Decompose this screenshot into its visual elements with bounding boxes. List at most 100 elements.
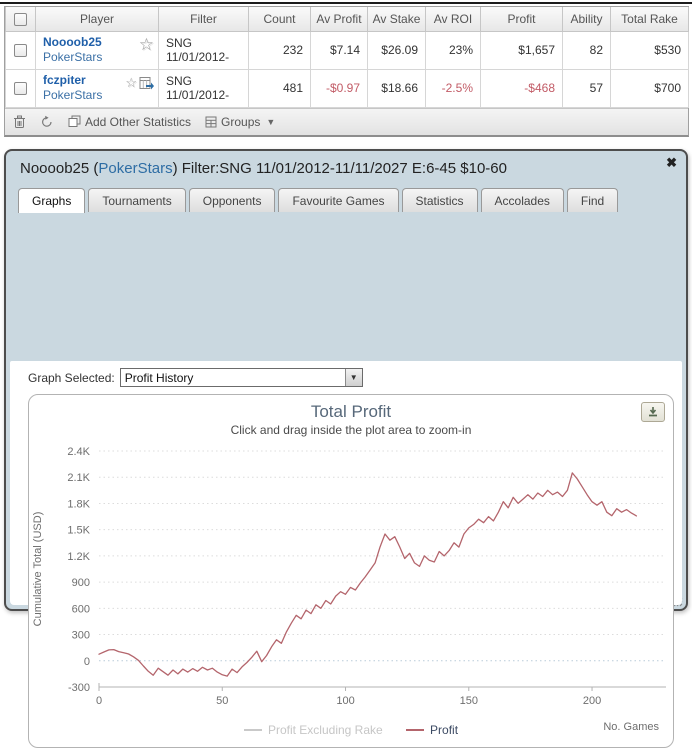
tab-accolades[interactable]: Accolades [480,188,564,212]
table-export-icon[interactable] [139,76,154,91]
select-all-cell [5,7,36,32]
select-all-checkbox[interactable] [14,12,27,26]
legend-swatch [243,729,262,731]
tab-statistics[interactable]: Statistics [401,188,478,212]
tab-opponents[interactable]: Opponents [188,188,276,212]
count-cell: 232 [248,30,311,70]
download-icon [649,407,657,417]
svg-text:0: 0 [96,695,102,707]
grid-toolbar: Add Other Statistics Groups ▼ [5,107,688,135]
results-grid: Player Filter Count Av Profit Av Stake A… [4,6,689,137]
tab-favourite-games[interactable]: Favourite Games [278,188,399,212]
add-other-statistics-button[interactable]: Add Other Statistics [68,115,191,129]
window-top-border [0,2,692,4]
player-name-link[interactable]: Noooob25 [43,35,151,50]
col-header-filter[interactable]: Filter [158,7,249,32]
total-rake-cell: $530 [610,30,689,70]
profit-cell: -$468 [480,68,563,108]
chart-subtitle: Click and drag inside the plot area to z… [230,423,472,437]
legend-label: Profit [430,723,459,737]
svg-text:1.8K: 1.8K [67,498,90,510]
add-other-statistics-label: Add Other Statistics [85,114,192,129]
download-chart-button[interactable] [641,402,665,422]
popup-title-site: PokerStars [98,160,173,177]
profit-chart-plot-area[interactable]: -300 0 300 600 900 1.2K 1.5K 1.8K 2.1K 2.4K 0 50 100… [29,437,673,719]
total-rake-cell: $700 [610,68,689,108]
player-site-link[interactable]: PokerStars [43,50,151,65]
player-cell: fczpiter PokerStars ☆ [35,68,159,108]
groups-icon [205,116,217,127]
delete-button[interactable] [13,115,26,129]
popup-title-filter: ) Filter:SNG 11/01/2012-11/11/2027 E:6-4… [172,160,507,177]
svg-text:0: 0 [84,656,90,668]
player-detail-popup: ✖ Noooob25 (PokerStars) Filter:SNG 11/01… [4,149,688,748]
favourite-star-icon[interactable]: ☆ [139,36,154,53]
col-header-player[interactable]: Player [35,7,159,32]
svg-text:50: 50 [216,695,228,707]
groups-label: Groups [221,114,261,129]
col-header-av-stake[interactable]: Av Stake [367,7,426,32]
favourite-star-icon[interactable]: ☆ [125,76,137,90]
row-select-cell [5,68,36,108]
table-row[interactable]: Noooob25 PokerStars ☆ SNG 11/01/2012- 23… [5,30,689,70]
chevron-down-icon[interactable]: ▼ [344,369,362,386]
row-checkbox[interactable] [14,44,27,58]
ability-cell: 82 [562,30,611,70]
svg-text:1.5K: 1.5K [67,525,90,537]
tab-tournaments[interactable]: Tournaments [88,188,186,212]
svg-text:1.2K: 1.2K [67,551,90,563]
x-axis-title: No. Games [603,721,659,733]
table-header-row: Player Filter Count Av Profit Av Stake A… [5,7,689,32]
av-stake-cell: $26.09 [367,30,426,70]
av-roi-cell: -2.5% [425,68,481,108]
svg-text:300: 300 [72,630,90,642]
groups-button[interactable]: Groups ▼ [205,115,275,129]
count-cell: 481 [248,68,311,108]
col-header-av-roi[interactable]: Av ROI [425,7,481,32]
col-header-total-rake[interactable]: Total Rake [610,7,689,32]
av-profit-cell: $7.14 [310,30,368,70]
refresh-button[interactable] [40,115,54,129]
legend-item-profit[interactable]: Profit [406,723,458,737]
filter-cell: SNG 11/01/2012- [158,68,249,108]
graph-selected-label: Graph Selected: [28,370,115,385]
av-roi-cell: 23% [425,30,481,70]
col-header-profit[interactable]: Profit [480,7,563,32]
close-icon[interactable]: ✖ [666,156,677,170]
refresh-icon [42,115,52,127]
legend-item-profit-excluding-rake[interactable]: Profit Excluding Rake [243,723,383,737]
popup-title-player: Noooob25 ( [20,160,99,177]
popup-title: Noooob25 (PokerStars) Filter:SNG 11/01/2… [6,151,686,184]
copy-icon [68,115,81,127]
profit-chart-panel: Total Profit Click and drag inside the p… [28,394,674,748]
svg-text:100: 100 [336,695,354,707]
row-checkbox[interactable] [14,82,27,96]
svg-text:2.4K: 2.4K [67,446,90,458]
profit-cell: $1,657 [480,30,563,70]
svg-text:Cumulative Total (USD): Cumulative Total (USD) [32,512,44,627]
graphs-tab-content: Graph Selected: Profit History ▼ Total P… [10,361,682,748]
svg-text:200: 200 [583,695,601,707]
ability-cell: 57 [562,68,611,108]
graph-type-select[interactable]: Profit History ▼ [119,368,363,387]
tab-graphs[interactable]: Graphs [18,188,86,213]
svg-text:-300: -300 [68,682,90,694]
svg-text:150: 150 [460,695,478,707]
svg-text:600: 600 [72,603,90,615]
chart-title: Total Profit [310,402,392,421]
col-header-count[interactable]: Count [248,7,311,32]
filter-cell: SNG 11/01/2012- [158,30,249,70]
av-stake-cell: $18.66 [367,68,426,108]
groups-caret-icon: ▼ [266,116,276,127]
av-profit-cell: -$0.97 [310,68,368,108]
legend-swatch [406,729,425,731]
player-cell: Noooob25 PokerStars ☆ [35,30,159,70]
col-header-av-profit[interactable]: Av Profit [310,7,368,32]
trash-icon [14,115,25,128]
player-stats-table: Player Filter Count Av Profit Av Stake A… [5,7,689,108]
table-row[interactable]: fczpiter PokerStars ☆ SNG 11/01/2012- 48… [5,68,689,108]
tab-find[interactable]: Find [566,188,619,212]
svg-text:900: 900 [72,577,90,589]
col-header-ability[interactable]: Ability [562,7,611,32]
chart-legend: Profit Excluding Rake Profit No. Games [29,720,673,742]
